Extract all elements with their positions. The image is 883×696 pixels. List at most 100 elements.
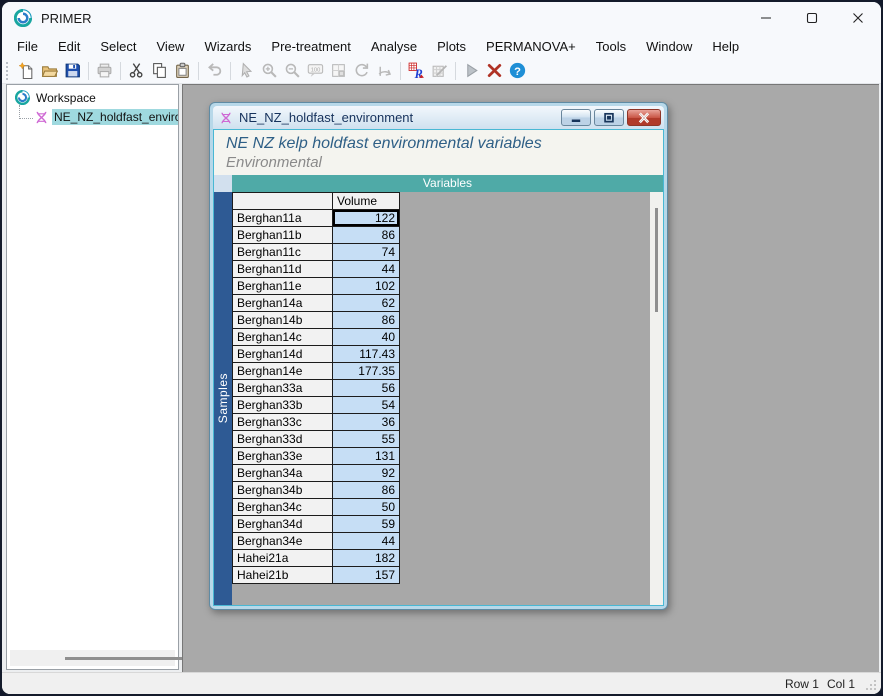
data-sheet-window[interactable]: NE_NZ_holdfast_environment (209, 102, 668, 610)
row-label-cell[interactable]: Berghan11c (233, 244, 333, 261)
row-value-cell[interactable]: 59 (333, 516, 400, 533)
row-value-cell[interactable]: 157 (333, 567, 400, 584)
table-row[interactable]: Berghan14c 40 (233, 329, 400, 346)
menu-item-window[interactable]: Window (636, 36, 702, 57)
row-label-cell[interactable]: Berghan34b (233, 482, 333, 499)
row-value-cell[interactable]: 54 (333, 397, 400, 414)
table-row[interactable]: Berghan33a 56 (233, 380, 400, 397)
row-label-cell[interactable]: Berghan33c (233, 414, 333, 431)
table-row[interactable]: Berghan34d 59 (233, 516, 400, 533)
row-value-cell[interactable]: 117.43 (333, 346, 400, 363)
menu-item-file[interactable]: File (7, 36, 48, 57)
menu-item-view[interactable]: View (147, 36, 195, 57)
corner-header-cell[interactable] (233, 193, 333, 210)
table-row[interactable]: Berghan14a 62 (233, 295, 400, 312)
paste-icon[interactable] (171, 60, 194, 82)
table-row[interactable]: Berghan14d 117.43 (233, 346, 400, 363)
scrollbar-thumb[interactable] (655, 208, 658, 312)
table-row[interactable]: Hahei21a 182 (233, 550, 400, 567)
row-label-cell[interactable]: Berghan33b (233, 397, 333, 414)
r-language-icon[interactable]: R (405, 60, 428, 82)
row-value-cell[interactable]: 131 (333, 448, 400, 465)
table-row[interactable]: Berghan14b 86 (233, 312, 400, 329)
row-label-cell[interactable]: Berghan34c (233, 499, 333, 516)
row-value-cell[interactable]: 74 (333, 244, 400, 261)
row-label-cell[interactable]: Berghan11b (233, 227, 333, 244)
volume-column-header[interactable]: Volume (333, 193, 400, 210)
row-label-cell[interactable]: Berghan34d (233, 516, 333, 533)
menu-item-edit[interactable]: Edit (48, 36, 90, 57)
new-workspace-icon[interactable] (15, 60, 38, 82)
row-label-cell[interactable]: Berghan33d (233, 431, 333, 448)
maximize-button[interactable] (789, 2, 835, 34)
close-button[interactable] (835, 2, 881, 34)
save-icon[interactable] (61, 60, 84, 82)
row-value-cell[interactable]: 92 (333, 465, 400, 482)
row-value-cell[interactable]: 44 (333, 533, 400, 550)
row-label-cell[interactable]: Hahei21b (233, 567, 333, 584)
row-value-cell[interactable]: 86 (333, 312, 400, 329)
stop-icon[interactable] (483, 60, 506, 82)
sheet-vertical-scrollbar[interactable] (650, 192, 663, 605)
table-row[interactable]: Berghan33b 54 (233, 397, 400, 414)
table-row[interactable]: Berghan11e 102 (233, 278, 400, 295)
workspace-horizontal-scrollbar[interactable] (10, 650, 175, 666)
row-value-cell[interactable]: 182 (333, 550, 400, 567)
row-label-cell[interactable]: Berghan14a (233, 295, 333, 312)
tree-item-data-matrix[interactable]: NE_NZ_holdfast_environment (19, 109, 178, 125)
row-value-cell[interactable]: 36 (333, 414, 400, 431)
row-value-cell[interactable]: 50 (333, 499, 400, 516)
row-value-cell[interactable]: 62 (333, 295, 400, 312)
table-row[interactable]: Berghan33d 55 (233, 431, 400, 448)
row-label-cell[interactable]: Berghan11e (233, 278, 333, 295)
menu-item-tools[interactable]: Tools (586, 36, 636, 57)
menu-item-plots[interactable]: Plots (427, 36, 476, 57)
row-value-cell[interactable]: 44 (333, 261, 400, 278)
row-label-cell[interactable]: Berghan11d (233, 261, 333, 278)
table-row[interactable]: Berghan34c 50 (233, 499, 400, 516)
row-label-cell[interactable]: Berghan33a (233, 380, 333, 397)
row-value-cell[interactable]: 177.35 (333, 363, 400, 380)
tree-root-workspace[interactable]: Workspace (7, 85, 178, 107)
table-row[interactable]: Berghan34a 92 (233, 465, 400, 482)
table-row[interactable]: Berghan33c 36 (233, 414, 400, 431)
row-label-cell[interactable]: Berghan11a (233, 210, 333, 227)
minimize-button[interactable] (743, 2, 789, 34)
table-row[interactable]: Berghan34b 86 (233, 482, 400, 499)
sheet-close-button[interactable] (627, 109, 661, 126)
row-value-cell[interactable]: 86 (333, 482, 400, 499)
table-row[interactable]: Berghan14e 177.35 (233, 363, 400, 380)
menu-item-help[interactable]: Help (702, 36, 749, 57)
resize-grip[interactable] (865, 679, 877, 691)
row-value-cell[interactable]: 55 (333, 431, 400, 448)
sheet-restore-button[interactable] (594, 109, 624, 126)
row-label-cell[interactable]: Berghan14b (233, 312, 333, 329)
row-value-cell[interactable]: 56 (333, 380, 400, 397)
row-value-cell[interactable]: 86 (333, 227, 400, 244)
menu-item-select[interactable]: Select (90, 36, 146, 57)
row-label-cell[interactable]: Berghan33e (233, 448, 333, 465)
table-row[interactable]: Berghan11d 44 (233, 261, 400, 278)
row-value-cell[interactable]: 40 (333, 329, 400, 346)
row-label-cell[interactable]: Berghan34e (233, 533, 333, 550)
menu-item-pre-treatment[interactable]: Pre-treatment (261, 36, 360, 57)
menu-item-permanova-[interactable]: PERMANOVA+ (476, 36, 586, 57)
row-value-cell[interactable]: 102 (333, 278, 400, 295)
row-value-cell[interactable]: 122 (333, 210, 400, 227)
sheet-title-bar[interactable]: NE_NZ_holdfast_environment (213, 106, 664, 129)
sheet-minimize-button[interactable] (561, 109, 591, 126)
row-label-cell[interactable]: Berghan34a (233, 465, 333, 482)
table-row[interactable]: Hahei21b 157 (233, 567, 400, 584)
table-row[interactable]: Berghan11c 74 (233, 244, 400, 261)
table-row[interactable]: Berghan33e 131 (233, 448, 400, 465)
row-label-cell[interactable]: Berghan14e (233, 363, 333, 380)
copy-icon[interactable] (148, 60, 171, 82)
menu-item-wizards[interactable]: Wizards (194, 36, 261, 57)
table-row[interactable]: Berghan11b 86 (233, 227, 400, 244)
open-icon[interactable] (38, 60, 61, 82)
scrollbar-thumb[interactable] (65, 657, 189, 660)
row-label-cell[interactable]: Berghan14d (233, 346, 333, 363)
row-label-cell[interactable]: Berghan14c (233, 329, 333, 346)
menu-item-analyse[interactable]: Analyse (361, 36, 427, 57)
table-row[interactable]: Berghan11a 122 (233, 210, 400, 227)
